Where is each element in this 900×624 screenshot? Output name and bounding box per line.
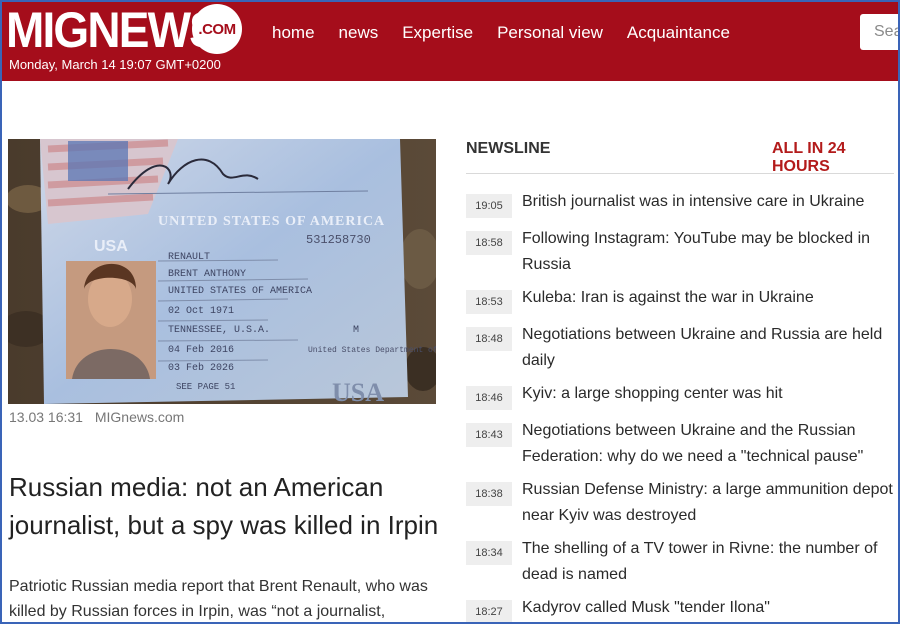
passport-country-header: UNITED STATES OF AMERICA — [158, 214, 385, 229]
news-time: 18:53 — [466, 290, 512, 314]
news-title[interactable]: Negotiations between Ukraine and Russia … — [522, 322, 894, 373]
news-item[interactable]: 18:27 Kadyrov called Musk "tender Ilona" — [466, 595, 894, 622]
news-title[interactable]: British journalist was in intensive care… — [522, 189, 864, 215]
passport-sex: M — [353, 325, 359, 336]
newsline-title: NEWSLINE — [466, 140, 551, 157]
passport-given-names: BRENT ANTHONY — [168, 269, 246, 280]
news-time: 18:58 — [466, 231, 512, 255]
newsline-list: 19:05 British journalist was in intensiv… — [466, 189, 894, 622]
nav-home[interactable]: home — [272, 22, 315, 44]
news-time: 18:43 — [466, 423, 512, 447]
article-headline[interactable]: Russian media: not an American journalis… — [9, 468, 449, 544]
passport-photo: UNITED STATES OF AMERICA USA 531258730 R… — [8, 139, 436, 404]
all-in-24-hours-link[interactable]: ALL IN 24 HOURS — [772, 140, 898, 176]
news-item[interactable]: 19:05 British journalist was in intensiv… — [466, 189, 894, 218]
passport-surname: RENAULT — [168, 252, 210, 263]
nav-acquaintance[interactable]: Acquaintance — [627, 22, 730, 44]
news-title[interactable]: Kuleba: Iran is against the war in Ukrai… — [522, 285, 814, 311]
article-meta: 13.03 16:31 MIGnews.com — [9, 409, 192, 425]
news-time: 18:46 — [466, 386, 512, 410]
browser-frame: MIGNEWS .COM Monday, March 14 19:07 GMT+… — [0, 0, 900, 624]
news-title[interactable]: Kyiv: a large shopping center was hit — [522, 381, 783, 407]
news-item[interactable]: 18:58 Following Instagram: YouTube may b… — [466, 226, 894, 277]
news-time: 18:48 — [466, 327, 512, 351]
news-title[interactable]: Following Instagram: YouTube may be bloc… — [522, 226, 894, 277]
news-item[interactable]: 18:34 The shelling of a TV tower in Rivn… — [466, 536, 894, 587]
news-item[interactable]: 18:38 Russian Defense Ministry: a large … — [466, 477, 894, 528]
nav-personal-view[interactable]: Personal view — [497, 22, 603, 44]
news-item[interactable]: 18:46 Kyiv: a large shopping center was … — [466, 381, 894, 410]
news-title[interactable]: Russian Defense Ministry: a large ammuni… — [522, 477, 894, 528]
passport-issue-date: 04 Feb 2016 — [168, 344, 234, 356]
news-title[interactable]: The shelling of a TV tower in Rivne: the… — [522, 536, 894, 587]
news-time: 18:27 — [466, 600, 512, 622]
site-header: MIGNEWS .COM Monday, March 14 19:07 GMT+… — [2, 2, 898, 81]
passport-pob: TENNESSEE, U.S.A. — [168, 325, 270, 336]
news-time: 18:34 — [466, 541, 512, 565]
passport-type-line: USA — [94, 238, 128, 255]
news-item[interactable]: 18:43 Negotiations between Ukraine and t… — [466, 418, 894, 469]
logo-domain-badge: .COM — [192, 4, 242, 54]
article-lead: Patriotic Russian media report that Bren… — [9, 578, 428, 620]
newsline-divider — [466, 173, 894, 174]
passport-nationality: UNITED STATES OF AMERICA — [168, 286, 312, 297]
news-time: 19:05 — [466, 194, 512, 218]
passport-expiry-date: 03 Feb 2026 — [168, 362, 234, 374]
news-title[interactable]: Kadyrov called Musk "tender Ilona" — [522, 595, 770, 621]
passport-country-mark: USA — [332, 378, 384, 404]
article-date: 13.03 16:31 — [9, 409, 83, 425]
passport-dob: 02 Oct 1971 — [168, 306, 234, 317]
news-item[interactable]: 18:53 Kuleba: Iran is against the war in… — [466, 285, 894, 314]
article-source: MIGnews.com — [94, 409, 185, 425]
news-title[interactable]: Negotiations between Ukraine and the Rus… — [522, 418, 894, 469]
passport-number: 531258730 — [306, 233, 371, 247]
article-photo[interactable]: UNITED STATES OF AMERICA USA 531258730 R… — [8, 139, 436, 404]
logo-text: MIGNEWS — [6, 2, 220, 58]
main-nav: home news Expertise Personal view Acquai… — [260, 22, 742, 44]
header-date: Monday, March 14 19:07 GMT+0200 — [9, 57, 221, 72]
search-box — [860, 14, 898, 50]
nav-news[interactable]: news — [339, 22, 379, 44]
news-time: 18:38 — [466, 482, 512, 506]
flag-canton — [68, 141, 128, 181]
news-item[interactable]: 18:48 Negotiations between Ukraine and R… — [466, 322, 894, 373]
passport-endorsement: SEE PAGE 51 — [176, 382, 235, 392]
search-input[interactable] — [872, 22, 898, 42]
passport-authority: United States Department of State — [308, 346, 436, 355]
nav-expertise[interactable]: Expertise — [402, 22, 473, 44]
